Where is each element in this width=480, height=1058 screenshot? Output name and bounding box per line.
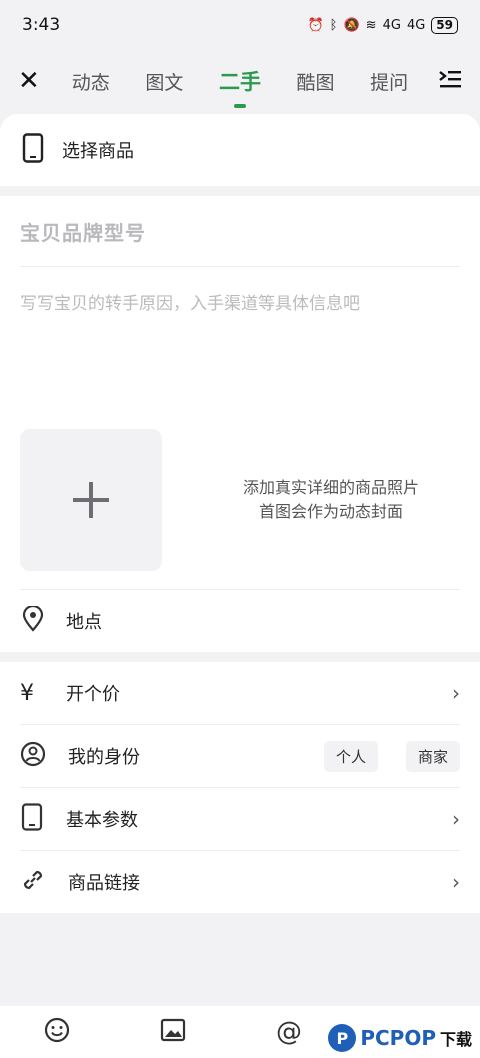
description-input[interactable]: 写写宝贝的转手原因，入手渠道等具体信息吧 <box>20 267 460 427</box>
signal-label-2: 4G <box>406 17 426 33</box>
at-icon[interactable]: @ <box>276 1017 302 1047</box>
tab-cool-image[interactable]: 酷图 <box>291 68 341 95</box>
add-photo-button[interactable] <box>20 429 162 571</box>
tab-dynamic[interactable]: 动态 <box>66 68 116 95</box>
user-circle-icon <box>20 741 46 772</box>
yuan-icon: ¥ <box>20 680 34 706</box>
tab-bar: 动态 图文 二手 酷图 提问 <box>54 66 426 96</box>
battery-indicator: 59 <box>431 16 458 34</box>
bluetooth-icon: ᛒ <box>329 17 338 33</box>
section-divider <box>0 186 480 196</box>
watermark-brand: PCPOP <box>360 1026 436 1050</box>
select-goods-row[interactable]: 选择商品 <box>0 114 480 186</box>
image-icon[interactable] <box>160 1017 186 1047</box>
title-placeholder: 宝贝品牌型号 <box>20 220 146 245</box>
price-label: 开个价 <box>66 684 120 705</box>
alarm-icon: ⏰ <box>307 17 324 33</box>
watermark-p-icon: P <box>328 1024 357 1052</box>
watermark-suffix: 下载 <box>439 1030 472 1049</box>
link-icon <box>20 867 46 898</box>
price-row[interactable]: ¥ 开个价 › <box>20 662 460 725</box>
watermark-logo: P PCPOP 下载 <box>328 1024 472 1052</box>
mute-icon: 🔕 <box>343 17 360 33</box>
photo-hint-line2: 首图会作为动态封面 <box>258 502 403 521</box>
wifi-icon: ≋ <box>365 17 377 33</box>
identity-row: 我的身份 个人 商家 <box>20 725 460 788</box>
goods-link-label: 商品链接 <box>68 873 140 894</box>
title-input[interactable]: 宝贝品牌型号 <box>20 196 460 267</box>
chevron-right-icon: › <box>452 807 460 831</box>
status-icons: ⏰ ᛒ 🔕 ≋ 4G 4G 59 <box>307 16 458 34</box>
post-form-card: 选择商品 宝贝品牌型号 写写宝贝的转手原因，入手渠道等具体信息吧 添加真实详细的… <box>0 114 480 913</box>
tab-image-text[interactable]: 图文 <box>139 68 189 95</box>
chevron-right-icon: › <box>452 870 460 894</box>
identity-merchant-chip[interactable]: 商家 <box>405 740 460 772</box>
photo-hint-line1: 添加真实详细的商品照片 <box>242 478 419 497</box>
basic-params-label: 基本参数 <box>66 810 138 831</box>
status-time: 3:43 <box>22 15 61 35</box>
tab-question[interactable]: 提问 <box>364 68 414 95</box>
options-list: ¥ 开个价 › 我的身份 个人 商家 基本参数 › 商品链接 › <box>0 662 480 913</box>
select-goods-label: 选择商品 <box>62 141 134 162</box>
status-bar: 3:43 ⏰ ᛒ 🔕 ≋ 4G 4G 59 <box>0 0 480 50</box>
photo-upload-row: 添加真实详细的商品照片 首图会作为动态封面 <box>20 427 460 573</box>
description-placeholder: 写写宝贝的转手原因，入手渠道等具体信息吧 <box>20 294 360 314</box>
identity-personal-chip[interactable]: 个人 <box>323 740 378 772</box>
location-label: 地点 <box>66 612 102 633</box>
close-icon[interactable]: ✕ <box>18 66 54 96</box>
goods-form: 宝贝品牌型号 写写宝贝的转手原因，入手渠道等具体信息吧 添加真实详细的商品照片 … <box>0 196 480 652</box>
identity-label: 我的身份 <box>68 747 140 768</box>
basic-params-row[interactable]: 基本参数 › <box>20 788 460 851</box>
phone-icon <box>22 132 44 168</box>
chevron-right-icon: › <box>452 681 460 705</box>
goods-link-row[interactable]: 商品链接 › <box>20 851 460 913</box>
plus-icon <box>73 482 109 518</box>
location-row[interactable]: 地点 <box>20 589 460 652</box>
menu-icon[interactable] <box>426 69 462 93</box>
top-navigation: ✕ 动态 图文 二手 酷图 提问 <box>0 55 480 107</box>
emoji-icon[interactable] <box>44 1017 70 1047</box>
signal-label-1: 4G <box>382 17 401 33</box>
photo-hint: 添加真实详细的商品照片 首图会作为动态封面 <box>162 476 460 524</box>
location-pin-icon <box>22 604 44 637</box>
section-divider <box>0 652 480 662</box>
tab-secondhand[interactable]: 二手 <box>213 66 267 96</box>
phone-icon <box>20 802 44 836</box>
